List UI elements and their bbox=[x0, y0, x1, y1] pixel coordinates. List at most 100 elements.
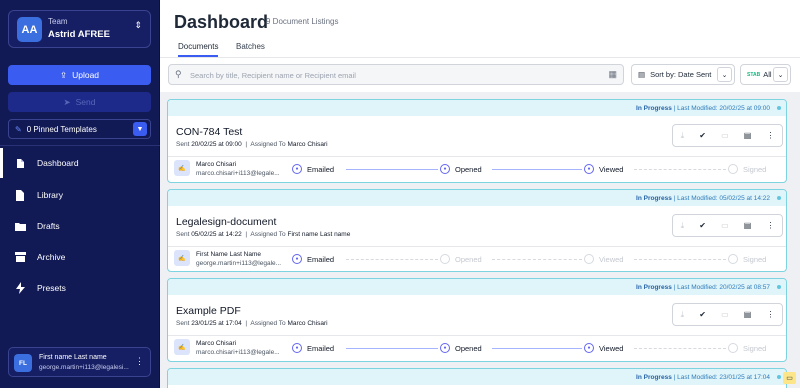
pin-icon: ✎ bbox=[15, 124, 22, 134]
progress-line bbox=[492, 348, 582, 349]
sent-date: 20/02/25 at 09:00 bbox=[191, 141, 242, 148]
presets-icon bbox=[14, 282, 26, 294]
document-list: In Progress | Last Modified: 20/02/25 at… bbox=[160, 92, 800, 388]
step-signed: Signed bbox=[728, 254, 766, 264]
document-card[interactable]: In Progress | Last Modified: 23/01/25 at… bbox=[167, 368, 787, 388]
step-viewed: ● Viewed bbox=[584, 343, 623, 353]
sent-date: 23/01/25 at 17:04 bbox=[191, 320, 242, 327]
search-input[interactable]: ⚲ Search by title, Recipient name or Rec… bbox=[168, 64, 624, 85]
document-actions: ⤓ ✔ ▭ ▤ ⋮ bbox=[672, 303, 783, 326]
send-icon: ➤ bbox=[63, 96, 71, 107]
more-vertical-icon[interactable]: ⋮ bbox=[766, 221, 774, 230]
send-button[interactable]: ➤ Send bbox=[8, 92, 151, 112]
status-badge: In Progress bbox=[636, 373, 672, 381]
recipient-name: Marco Chisari bbox=[196, 340, 237, 347]
filter-label: All bbox=[763, 70, 772, 79]
library-icon bbox=[14, 189, 26, 201]
chevron-down-icon[interactable]: ⌄ bbox=[773, 67, 788, 82]
document-title[interactable]: Legalesign-document bbox=[176, 216, 276, 228]
user-name: First name Last name bbox=[39, 354, 107, 361]
download-icon[interactable]: ⤓ bbox=[681, 131, 685, 141]
document-title[interactable]: CON-784 Test bbox=[176, 126, 242, 138]
more-vertical-icon[interactable]: ⋮ bbox=[135, 356, 144, 367]
sidebar-item-drafts[interactable]: Drafts bbox=[0, 211, 160, 241]
check-icon: ● bbox=[292, 343, 302, 353]
document-card[interactable]: In Progress | Last Modified: 05/02/25 at… bbox=[167, 189, 787, 272]
eye-icon: ● bbox=[584, 164, 594, 174]
sidebar-item-library[interactable]: Library bbox=[0, 180, 160, 210]
more-vertical-icon[interactable]: ⋮ bbox=[766, 310, 774, 319]
download-icon[interactable]: ⤓ bbox=[681, 310, 685, 320]
archive-icon[interactable]: ▭ bbox=[721, 131, 729, 140]
step-label: Opened bbox=[455, 164, 482, 174]
circle-icon bbox=[728, 164, 738, 174]
progress-line bbox=[346, 348, 438, 349]
sidebar-item-label: Dashboard bbox=[37, 158, 79, 168]
assigned-to: Marco Chisari bbox=[287, 141, 328, 148]
clipboard-icon[interactable]: ▤ bbox=[744, 221, 752, 230]
more-vertical-icon[interactable]: ⋮ bbox=[766, 131, 774, 140]
status-badge: In Progress bbox=[636, 104, 672, 112]
sent-prefix: Sent bbox=[176, 231, 190, 238]
status-icon: STAB bbox=[747, 71, 761, 78]
circle-icon bbox=[440, 254, 450, 264]
team-avatar: AA bbox=[17, 17, 42, 42]
check-circle-icon[interactable]: ✔ bbox=[699, 310, 706, 319]
assigned-prefix: Assigned To bbox=[250, 320, 286, 327]
tab-batches[interactable]: Batches bbox=[236, 42, 265, 51]
upload-icon: ⇪ bbox=[59, 69, 68, 80]
document-card[interactable]: In Progress | Last Modified: 20/02/25 at… bbox=[167, 99, 787, 183]
document-meta: Sent 20/02/25 at 09:00 | Assigned To Mar… bbox=[176, 141, 328, 148]
step-label: Emailed bbox=[307, 164, 335, 174]
calendar-icon[interactable]: ▦ bbox=[608, 69, 617, 80]
step-emailed: ● Emailed bbox=[292, 254, 334, 264]
circle-icon bbox=[584, 254, 594, 264]
sort-select[interactable]: ▤ Sort by: Date Sent ⌄ bbox=[631, 64, 735, 85]
progress-line bbox=[634, 348, 726, 349]
tab-documents[interactable]: Documents bbox=[178, 42, 219, 57]
progress-line bbox=[346, 169, 438, 170]
sidebar-item-archive[interactable]: Archive bbox=[0, 242, 160, 272]
archive-icon[interactable]: ▭ bbox=[721, 310, 729, 319]
chevron-down-icon[interactable]: ▼ bbox=[133, 122, 147, 136]
sidebar-item-dashboard[interactable]: Dashboard bbox=[0, 148, 160, 178]
send-label: Send bbox=[75, 97, 96, 107]
step-emailed: ● Emailed bbox=[292, 343, 334, 353]
sidebar: AA Team Astrid AFREE ⇕ ⇪ Upload ➤ Send ✎… bbox=[0, 0, 160, 388]
download-icon[interactable]: ⤓ bbox=[681, 221, 685, 231]
last-modified: Last Modified: 20/02/25 at 09:00 bbox=[677, 104, 770, 112]
avatar: FL bbox=[14, 354, 32, 372]
user-menu[interactable]: FL First name Last name george.martin+i1… bbox=[8, 347, 151, 377]
assigned-prefix: Assigned To bbox=[250, 141, 286, 148]
team-switcher[interactable]: AA Team Astrid AFREE ⇕ bbox=[8, 10, 151, 48]
status-bar: In Progress | Last Modified: 20/02/25 at… bbox=[168, 100, 786, 116]
document-meta: Sent 23/01/25 at 17:04 | Assigned To Mar… bbox=[176, 320, 328, 327]
status-filter[interactable]: STAB All ⌄ bbox=[740, 64, 791, 85]
document-title[interactable]: Example PDF bbox=[176, 305, 241, 317]
sent-prefix: Sent bbox=[176, 141, 190, 148]
check-circle-icon[interactable]: ✔ bbox=[699, 221, 706, 230]
team-name: Astrid AFREE bbox=[48, 29, 110, 40]
archive-icon bbox=[14, 251, 26, 263]
divider bbox=[168, 246, 786, 247]
check-circle-icon[interactable]: ✔ bbox=[699, 131, 706, 140]
chevron-down-icon[interactable]: ⌄ bbox=[717, 67, 732, 82]
step-label: Signed bbox=[743, 343, 767, 353]
chat-icon[interactable]: ▭ bbox=[783, 372, 796, 384]
sort-label: Sort by: Date Sent bbox=[650, 70, 712, 79]
recipient-avatar: ✍ bbox=[174, 160, 190, 176]
step-label: Viewed bbox=[599, 343, 624, 353]
sent-prefix: Sent bbox=[176, 320, 190, 327]
document-actions: ⤓ ✔ ▭ ▤ ⋮ bbox=[672, 214, 783, 237]
drafts-icon bbox=[14, 220, 26, 232]
clipboard-icon[interactable]: ▤ bbox=[744, 310, 752, 319]
recipient-avatar: ✍ bbox=[174, 339, 190, 355]
archive-icon[interactable]: ▭ bbox=[721, 221, 729, 230]
document-card[interactable]: In Progress | Last Modified: 20/02/25 at… bbox=[167, 278, 787, 362]
pinned-templates-select[interactable]: ✎ 0 Pinned Templates ▼ bbox=[8, 119, 151, 139]
document-meta: Sent 05/02/25 at 14:22 | Assigned To Fir… bbox=[176, 231, 351, 238]
sidebar-item-presets[interactable]: Presets bbox=[0, 273, 160, 303]
clipboard-icon[interactable]: ▤ bbox=[744, 131, 752, 140]
upload-button[interactable]: ⇪ Upload bbox=[8, 65, 151, 85]
sidebar-item-label: Presets bbox=[37, 283, 66, 293]
